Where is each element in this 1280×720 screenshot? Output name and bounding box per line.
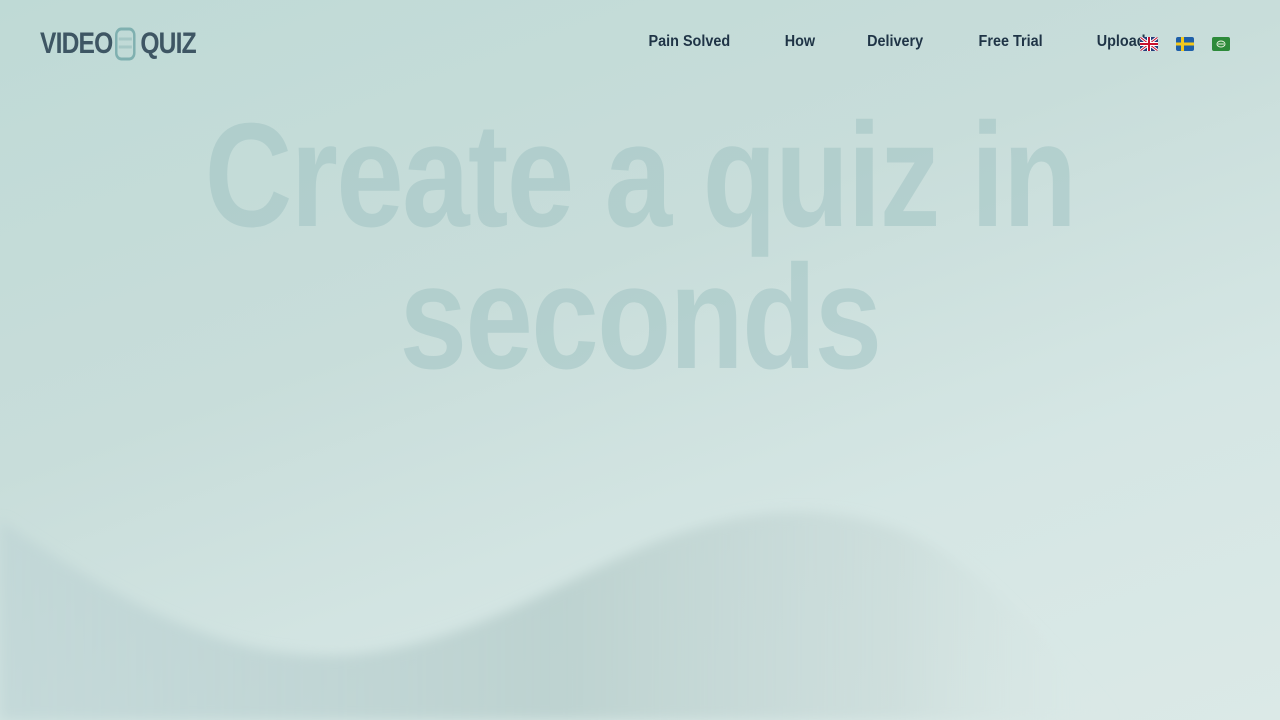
logo[interactable]: VIDEO QUIZ — [40, 26, 197, 62]
language-switcher — [1140, 37, 1230, 51]
nav-delivery[interactable]: Delivery — [868, 33, 924, 51]
nav-how[interactable]: How — [784, 33, 814, 51]
hero-title-line2: seconds — [399, 235, 883, 400]
hero-title-line1: Create a quiz in — [204, 93, 1077, 258]
sweden-flag-icon[interactable] — [1176, 37, 1194, 51]
logo-text-video: VIDEO — [40, 27, 113, 60]
hero-title: Create a quiz in seconds — [115, 102, 1165, 392]
saudi-flag-icon[interactable] — [1212, 37, 1230, 51]
logo-text-quiz: QUIZ — [140, 27, 196, 60]
site-header: VIDEO QUIZ Pain Solved How Delivery Free… — [0, 0, 1280, 90]
main-nav: Pain Solved How Delivery Free Trial Uplo… — [620, 33, 1172, 51]
nav-pain-solved[interactable]: Pain Solved — [649, 33, 731, 51]
nav-free-trial[interactable]: Free Trial — [978, 33, 1042, 51]
logo-mark-icon — [115, 27, 136, 61]
hero: Create a quiz in seconds — [0, 102, 1280, 392]
uk-flag-icon[interactable] — [1140, 37, 1158, 51]
nav-upload[interactable]: Upload — [1097, 33, 1146, 51]
